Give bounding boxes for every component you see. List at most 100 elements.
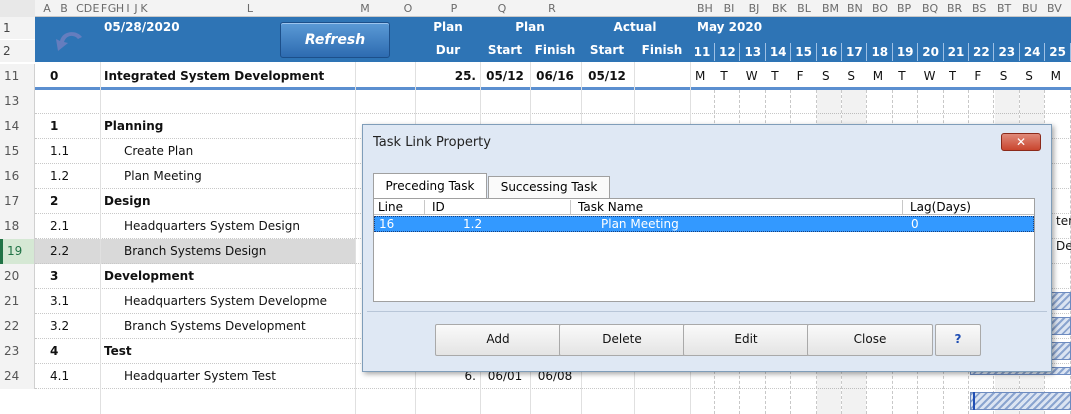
column-header-BJ[interactable]: BJ [747,0,761,17]
close-button[interactable]: Close [807,324,933,356]
column-header-BM[interactable]: BM [822,0,839,17]
column-header-BU[interactable]: BU [1022,0,1038,17]
task-name[interactable]: Plan Meeting [124,164,355,189]
row-header[interactable]: 1 [0,17,35,39]
cell-afinish[interactable] [636,64,688,89]
task-id[interactable]: 3.1 [50,289,100,314]
task-id[interactable]: 4.1 [50,364,100,389]
task-id[interactable]: 3.2 [50,314,100,339]
task-name[interactable]: Headquarters System Developme [124,289,355,314]
row-header[interactable]: 16 [0,164,35,189]
column-header-BV[interactable]: BV [1047,0,1062,17]
table-row[interactable]: 13 [0,89,1071,114]
column-header-BT[interactable]: BT [997,0,1011,17]
weekday-label: F [796,69,804,83]
row-header[interactable]: 18 [0,214,35,239]
select-all-corner[interactable] [0,0,35,17]
column-header-M[interactable]: M [358,0,372,17]
column-header-A[interactable]: A [40,0,54,17]
task-name[interactable]: Development [104,264,355,289]
task-name[interactable]: Design [104,189,355,214]
tab-successing-task[interactable]: Successing Task [488,176,610,199]
task-id[interactable]: 4 [50,339,100,364]
column-header-BI[interactable]: BI [722,0,736,17]
task-name[interactable] [124,89,355,114]
row-header[interactable]: 2 [0,40,35,62]
actual-finish-label: Finish [641,43,683,57]
column-header-BR[interactable]: BR [947,0,962,17]
row-header[interactable]: 14 [0,114,35,139]
actual-start-label: Start [589,43,625,57]
gantt-task-label: Des [1056,239,1071,253]
column-header-BO[interactable]: BO [872,0,888,17]
add-button[interactable]: Add [435,324,561,356]
row-header[interactable]: 23 [0,339,35,364]
task-name[interactable]: Headquarters System Design [124,214,355,239]
cell-astart[interactable]: 05/12 [583,64,633,89]
column-header-K[interactable]: K [137,0,151,17]
column-header-BK[interactable]: BK [772,0,787,17]
calendar-day: 13 [744,45,762,59]
tab-preceding-task[interactable]: Preceding Task [373,173,487,199]
task-name[interactable]: Integrated System Development [104,64,355,89]
cell-start[interactable]: 05/12 [482,64,530,89]
row-header[interactable]: 11 [0,64,35,89]
row-header[interactable]: 24 [0,364,35,389]
task-id[interactable]: 2.1 [50,214,100,239]
list-item-name: Plan Meeting [601,217,679,231]
row-header[interactable]: 20 [0,264,35,289]
column-header-O[interactable]: O [401,0,415,17]
calendar-day: 20 [922,45,939,59]
cell-astart[interactable] [583,89,633,114]
help-button[interactable]: ? [935,324,981,356]
weekday-label: F [974,69,982,83]
task-name[interactable]: Branch Systems Design [124,239,355,264]
task-id[interactable]: 1.2 [50,164,100,189]
cell-start[interactable] [482,89,530,114]
column-header-Q[interactable]: Q [495,0,509,17]
task-id[interactable]: 2.2 [50,239,100,264]
edit-button[interactable]: Edit [683,324,809,356]
task-id[interactable]: 3 [50,264,100,289]
gantt-bar[interactable] [970,392,1071,410]
task-name[interactable]: Test [104,339,355,364]
row-header[interactable]: 13 [0,89,35,114]
refresh-button[interactable]: Refresh [280,22,390,58]
row-header[interactable]: 15 [0,139,35,164]
row-header[interactable]: 22 [0,314,35,339]
column-header-R[interactable]: R [545,0,559,17]
row-header[interactable]: 17 [0,189,35,214]
column-header-BN[interactable]: BN [847,0,863,17]
task-id[interactable]: 1 [50,114,100,139]
list-item[interactable]: 16 1.2 Plan Meeting 0 [374,216,1034,232]
row-header[interactable]: 21 [0,289,35,314]
task-id[interactable] [50,89,100,114]
column-header-B[interactable]: B [57,0,71,17]
cell-afinish[interactable] [636,89,688,114]
task-link-dialog: Task Link Property ✕ Preceding Task Succ… [362,124,1052,372]
cell-finish[interactable]: 06/16 [532,64,580,89]
task-name[interactable]: Headquarter System Test [124,364,355,389]
link-list[interactable]: Line ID Task Name Lag(Days) 16 1.2 Plan … [373,198,1035,302]
task-id[interactable]: 0 [50,64,100,89]
undo-icon[interactable] [52,25,90,55]
task-id[interactable]: 1.1 [50,139,100,164]
delete-button[interactable]: Delete [559,324,685,356]
column-header-P[interactable]: P [447,0,461,17]
column-header-BS[interactable]: BS [972,0,986,17]
cell-finish[interactable] [532,89,580,114]
column-header-BQ[interactable]: BQ [922,0,938,17]
task-id[interactable]: 2 [50,189,100,214]
column-header-BP[interactable]: BP [897,0,911,17]
column-header-BL[interactable]: BL [797,0,811,17]
column-header-BH[interactable]: BH [697,0,713,17]
row-header[interactable]: 19 [0,239,35,264]
weekday-label: S [1025,69,1033,83]
task-name[interactable]: Branch Systems Development [124,314,355,339]
close-icon[interactable]: ✕ [1001,133,1041,151]
task-name[interactable]: Planning [104,114,355,139]
cell-dur[interactable] [418,89,478,114]
column-header-L[interactable]: L [230,0,270,17]
task-name[interactable]: Create Plan [124,139,355,164]
cell-dur[interactable]: 25. [418,64,478,89]
